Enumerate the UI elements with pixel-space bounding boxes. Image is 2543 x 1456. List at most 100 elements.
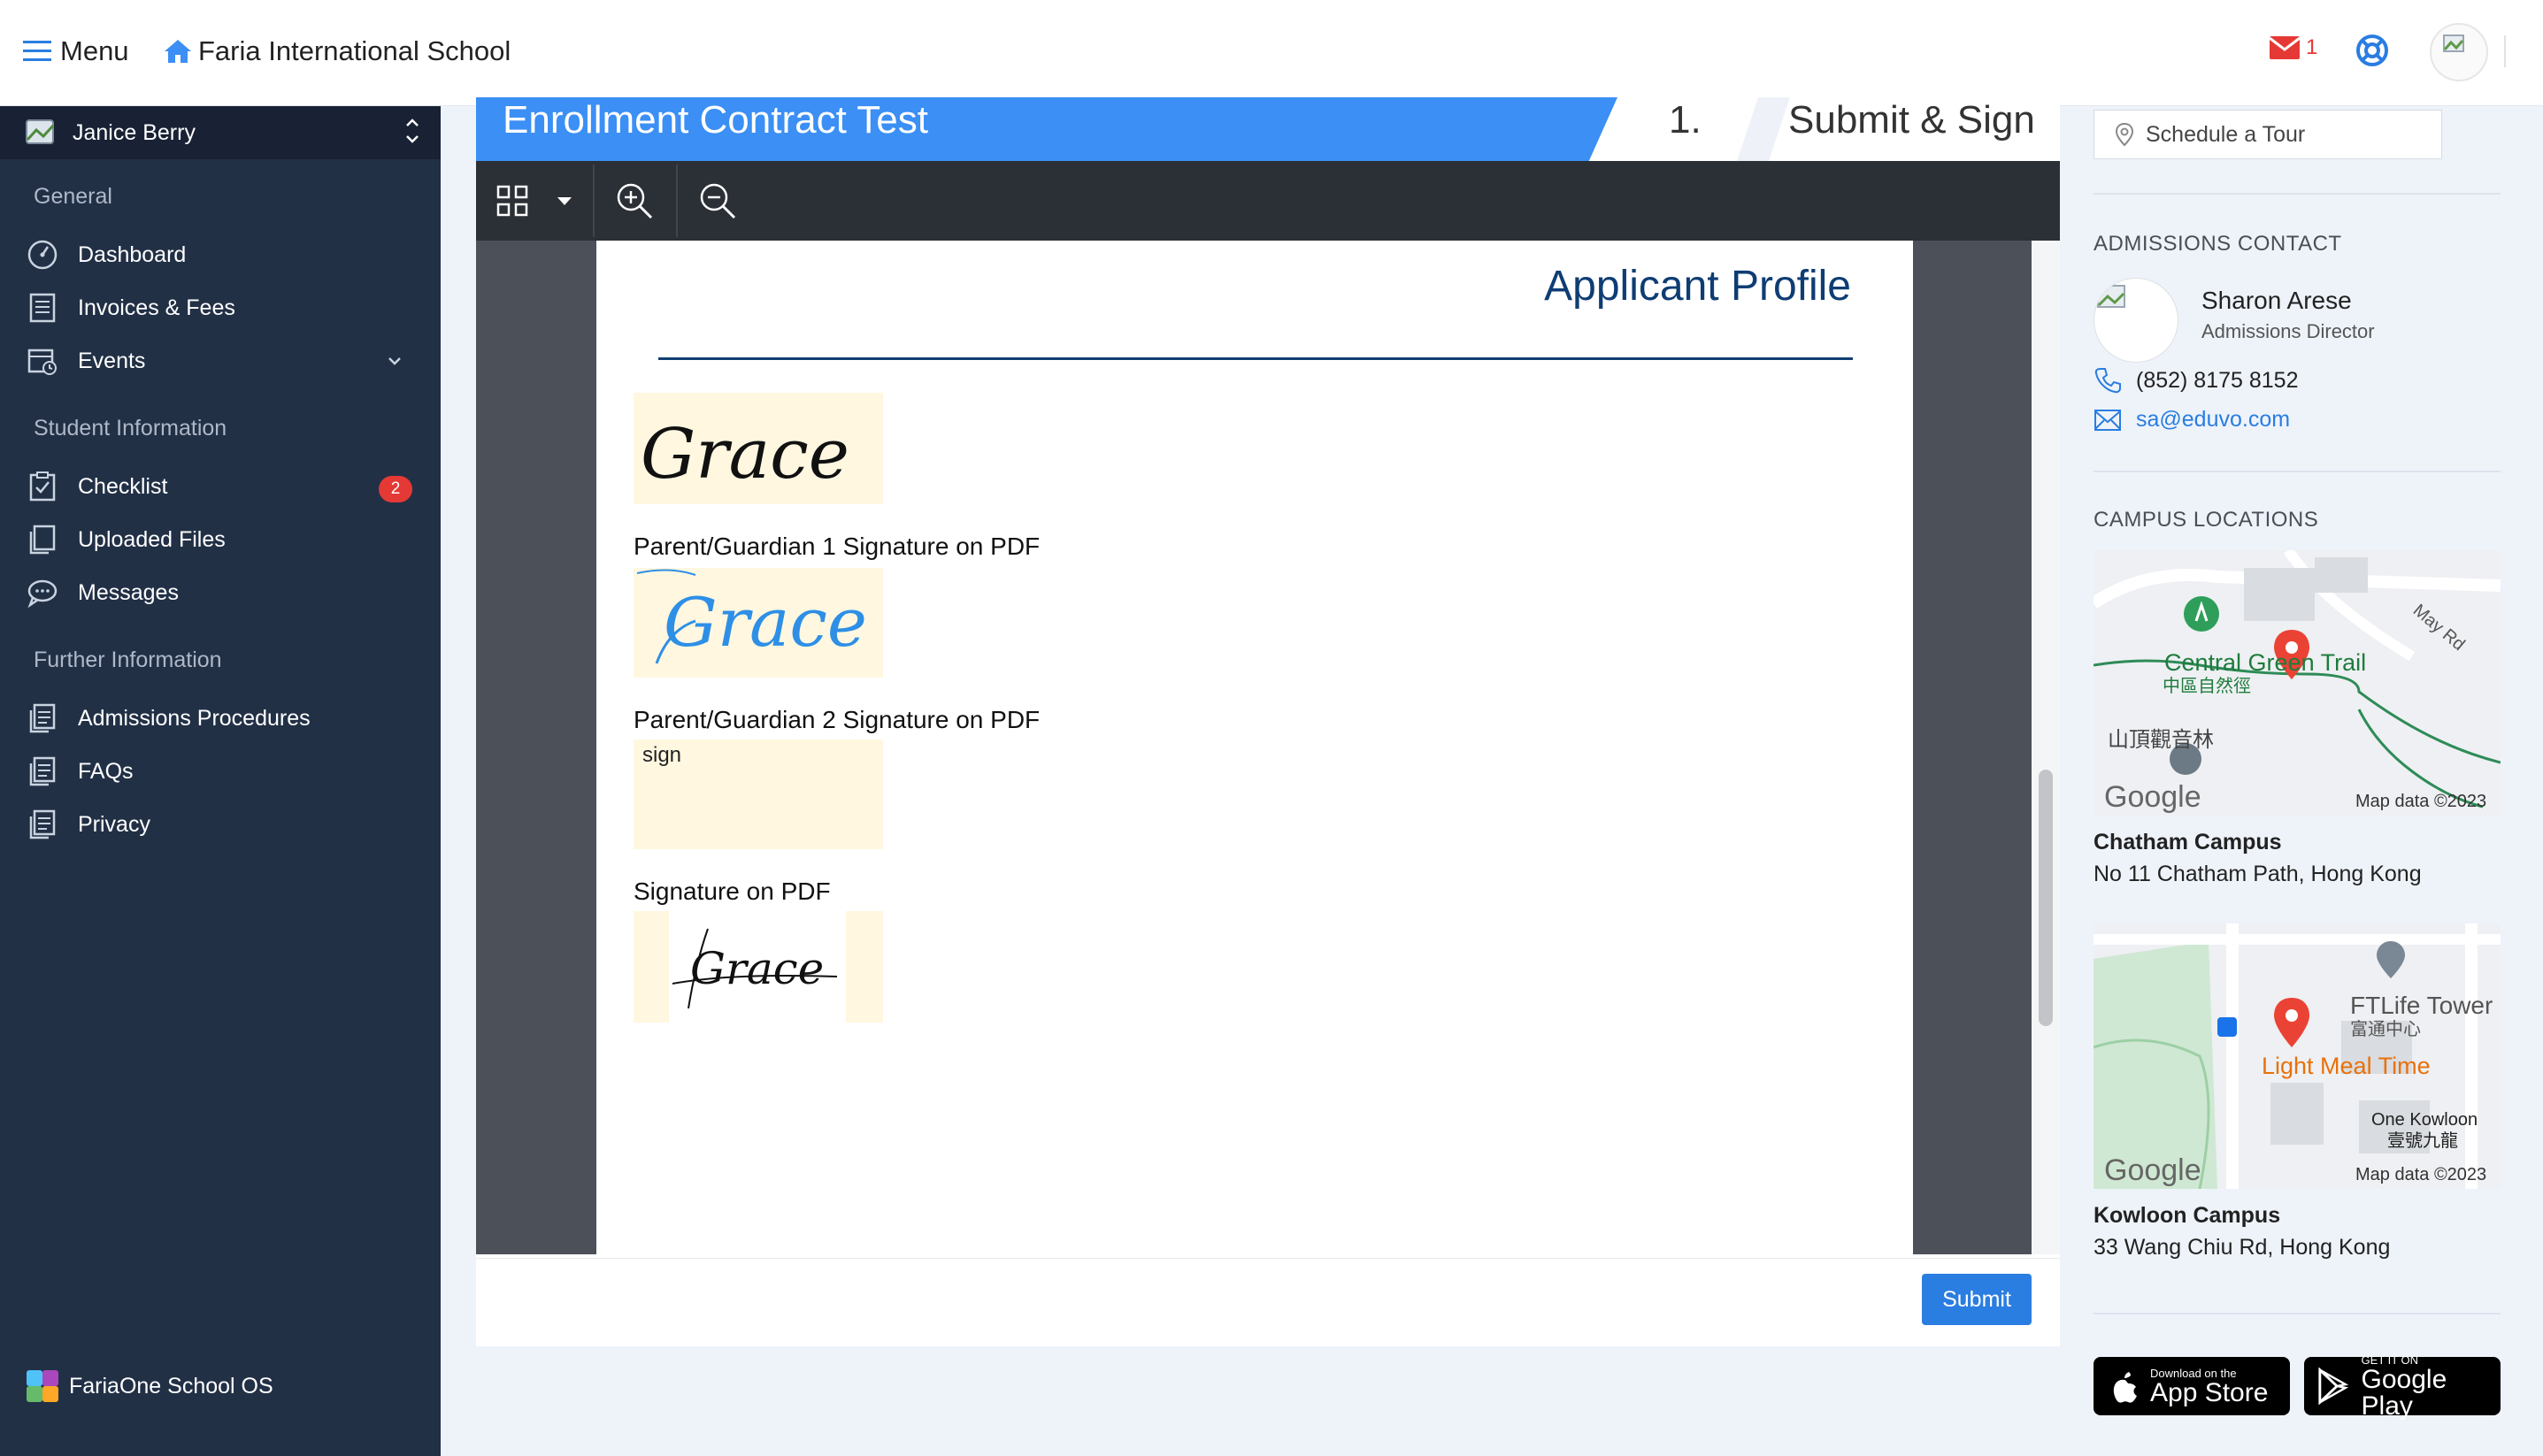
sidebar-item-uploaded-files[interactable]: Uploaded Files [0, 515, 441, 564]
signature-field-guardian-1[interactable]: Grace [634, 568, 883, 678]
pdf-scrollbar-track[interactable] [2032, 241, 2060, 1254]
field-label-guardian-2: Parent/Guardian 2 Signature on PDF [634, 706, 1041, 733]
user-name: Janice Berry [73, 119, 196, 145]
submit-button[interactable]: Submit [1922, 1274, 2032, 1325]
contact-email[interactable]: sa@eduvo.com [2094, 407, 2290, 433]
step-separator [1737, 97, 1790, 161]
contact-avatar [2094, 278, 2178, 363]
sidebar-item-invoices[interactable]: Invoices & Fees [0, 283, 441, 333]
svg-text:壹號九龍: 壹號九龍 [2387, 1130, 2458, 1151]
location-pin-icon [2115, 122, 2134, 147]
signature-field-1[interactable]: Grace [634, 393, 883, 504]
contact-name: Sharon Arese [2201, 287, 2352, 314]
chevron-down-icon [388, 357, 401, 365]
svg-text:Map data ©2023: Map data ©2023 [2355, 1165, 2486, 1184]
svg-text:One Kowloon: One Kowloon [2371, 1110, 2478, 1130]
zoom-in-icon [617, 183, 653, 219]
map-graphic: FTLife Tower 富通中心 Light Meal Time One Ko… [2094, 923, 2501, 1189]
document-icon [25, 701, 60, 736]
svg-text:Google: Google [2104, 1153, 2201, 1187]
top-header: Menu Faria International School 1 [0, 0, 2543, 106]
sidebar-item-admissions-procedures[interactable]: Admissions Procedures [0, 694, 441, 743]
menu-label: Menu [60, 35, 129, 66]
sidebar-item-label: FAQs [78, 758, 134, 784]
calendar-icon [25, 343, 60, 379]
sidebar-item-faqs[interactable]: FAQs [0, 747, 441, 796]
svg-text:中區自然徑: 中區自然徑 [2163, 676, 2251, 696]
caret-down-icon [557, 197, 572, 205]
sign-placeholder: sign [642, 743, 682, 767]
user-photo-icon [26, 119, 55, 144]
sidebar-item-messages[interactable]: Messages [0, 568, 441, 617]
admissions-contact-heading: ADMISSIONS CONTACT [2094, 232, 2342, 256]
contact-phone[interactable]: (852) 8175 8152 [2094, 366, 2298, 395]
section-general: General [34, 184, 112, 209]
field-label-signature: Signature on PDF [634, 877, 831, 905]
svg-text:Central Green Trail: Central Green Trail [2164, 649, 2366, 676]
schedule-tour-button[interactable]: Schedule a Tour [2094, 110, 2442, 159]
panel-divider [2094, 1313, 2501, 1314]
app-store-button[interactable]: Download on the App Store [2094, 1357, 2290, 1415]
fariaone-brand[interactable]: FariaOne School OS [25, 1368, 273, 1404]
page-layout-dropdown[interactable] [476, 161, 591, 241]
mail-button[interactable]: 1 [2269, 35, 2317, 60]
map-graphic: Central Green Trail 中區自然徑 山頂觀音林 May Rd G… [2094, 550, 2501, 816]
signature-field-guardian-2[interactable]: sign [634, 739, 883, 849]
form-title-bar: Enrollment Contract Test 1. Submit & Sig… [476, 97, 2060, 161]
svg-text:Grace: Grace [641, 415, 849, 494]
contact-phone-text: (852) 8175 8152 [2136, 367, 2299, 393]
field-label-guardian-1: Parent/Guardian 1 Signature on PDF [634, 533, 1041, 560]
sidebar-item-privacy[interactable]: Privacy [0, 800, 441, 849]
fariaone-logo-icon [27, 1370, 58, 1402]
sidebar-item-checklist[interactable]: Checklist 2 [0, 462, 441, 511]
kowloon-campus-map[interactable]: FTLife Tower 富通中心 Light Meal Time One Ko… [2094, 923, 2501, 1189]
svg-text:富通中心: 富通中心 [2350, 1019, 2421, 1039]
sidebar-item-events[interactable]: Events [0, 336, 441, 386]
messages-icon [25, 575, 60, 610]
sidebar-item-label: Uploaded Files [78, 526, 226, 552]
handwritten-signature: Grace [641, 415, 849, 494]
campus-address-chatham: No 11 Chatham Path, Hong Kong [2094, 862, 2422, 886]
google-play-button[interactable]: GET IT ON Google Play [2304, 1353, 2501, 1419]
campus-name-chatham: Chatham Campus [2094, 830, 2282, 854]
checklist-badge: 2 [379, 476, 412, 502]
hamburger-icon [23, 41, 51, 61]
grid-icon [496, 185, 528, 217]
google-play-big: Google Play [2361, 1364, 2447, 1421]
menu-button[interactable]: Menu [23, 32, 129, 71]
contact-email-link: sa@eduvo.com [2136, 407, 2291, 432]
help-button[interactable] [2355, 34, 2389, 72]
school-home-link[interactable]: Faria International School [163, 32, 511, 71]
mail-count: 1 [2306, 35, 2318, 59]
signature-field-applicant[interactable]: Grace [634, 911, 883, 1023]
chevron-up-down-icon [406, 119, 419, 143]
pdf-page: Applicant Profile Grace Parent/Guardian … [596, 241, 1913, 1254]
header-divider [2504, 35, 2506, 67]
broken-image-icon [2097, 285, 2125, 308]
files-icon [25, 522, 60, 557]
svg-text:Light Meal Time: Light Meal Time [2262, 1053, 2431, 1079]
envelope-icon [2094, 409, 2121, 431]
step-label: Submit & Sign [1788, 98, 2035, 142]
zoom-in-button[interactable] [595, 161, 674, 241]
step-number: 1. [1669, 98, 1702, 142]
sidebar-item-dashboard[interactable]: Dashboard [0, 230, 441, 280]
pdf-scrollbar-thumb[interactable] [2039, 770, 2053, 1026]
chatham-campus-map[interactable]: Central Green Trail 中區自然徑 山頂觀音林 May Rd G… [2094, 550, 2501, 816]
form-footer [476, 1258, 2060, 1346]
svg-text:Google: Google [2104, 780, 2201, 814]
contact-role: Admissions Director [2201, 320, 2375, 342]
zoom-out-icon [700, 183, 736, 219]
document-icon [25, 807, 60, 842]
schedule-tour-label: Schedule a Tour [2146, 121, 2306, 147]
panel-divider [2094, 193, 2501, 195]
form-title: Enrollment Contract Test [503, 98, 928, 142]
sidebar-item-label: Messages [78, 579, 179, 605]
user-avatar[interactable] [2430, 23, 2488, 81]
document-icon [25, 754, 60, 789]
pdf-toolbar [476, 161, 2060, 241]
zoom-out-button[interactable] [678, 161, 757, 241]
pdf-title-rule [658, 357, 1853, 360]
school-name: Faria International School [198, 35, 511, 66]
user-switcher[interactable]: Janice Berry [0, 106, 441, 159]
